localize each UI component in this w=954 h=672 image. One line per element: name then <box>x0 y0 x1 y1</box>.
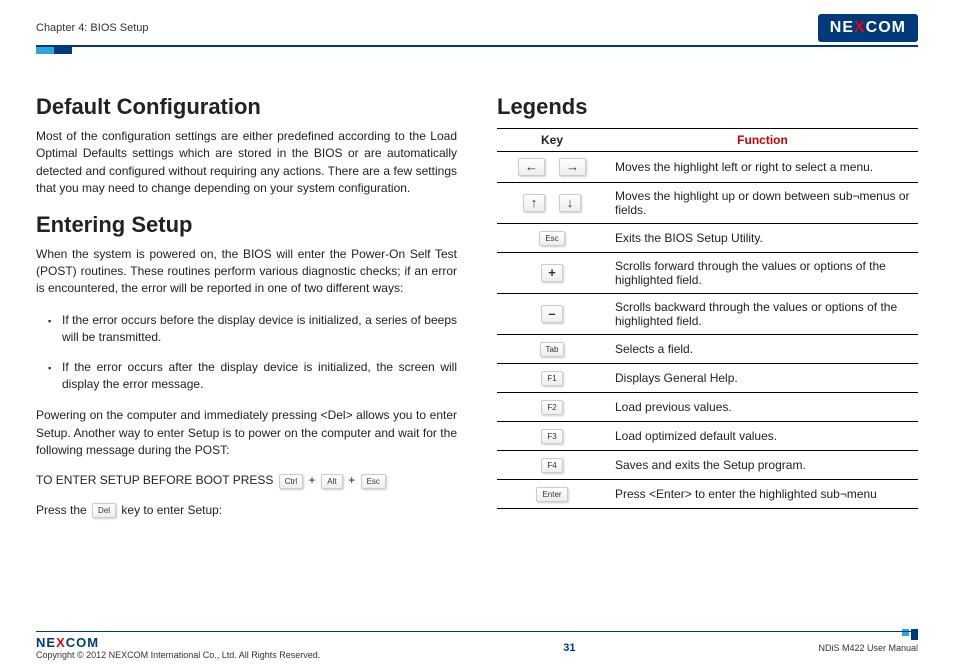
table-row: Enter Press <Enter> to enter the highligh… <box>497 480 918 509</box>
page-number: 31 <box>320 642 818 654</box>
function-cell: Exits the BIOS Setup Utility. <box>607 224 918 253</box>
error-list: If the error occurs before the display d… <box>48 312 457 394</box>
key-cell: Enter <box>497 480 607 509</box>
th-function: Function <box>607 129 918 152</box>
table-row: – Scrolls backward through the values or … <box>497 294 918 335</box>
list-item: If the error occurs after the display de… <box>48 359 457 394</box>
keycap: Esc <box>539 231 564 246</box>
copyright-text: Copyright © 2012 NEXCOM International Co… <box>36 650 320 660</box>
keycap: + <box>541 264 563 282</box>
table-row: ←→Moves the highlight left or right to s… <box>497 152 918 183</box>
keycap: F1 <box>541 371 563 386</box>
footer-left: NEXCOM Copyright © 2012 NEXCOM Internati… <box>36 635 320 660</box>
key-del: Del <box>92 503 116 518</box>
keycap: ↓ <box>559 194 581 212</box>
key-cell: Tab <box>497 335 607 364</box>
table-row: F4 Saves and exits the Setup program. <box>497 451 918 480</box>
table-row: F3 Load optimized default values. <box>497 422 918 451</box>
left-column: Default Configuration Most of the config… <box>36 94 457 532</box>
key-cell: F4 <box>497 451 607 480</box>
function-cell: Saves and exits the Setup program. <box>607 451 918 480</box>
keycap: ← <box>518 158 545 176</box>
key-alt: Alt <box>321 474 343 489</box>
page-header: Chapter 4: BIOS Setup NEXCOM <box>36 14 918 47</box>
key-esc: Esc <box>361 474 386 489</box>
function-cell: Displays General Help. <box>607 364 918 393</box>
accent-bar <box>36 47 918 54</box>
key-cell: ↑↓ <box>497 183 607 224</box>
content-columns: Default Configuration Most of the config… <box>36 94 918 532</box>
keycap: Tab <box>540 342 565 357</box>
keycap: F4 <box>541 458 563 473</box>
right-column: Legends Key Function ←→Moves the highlig… <box>497 94 918 532</box>
function-cell: Selects a field. <box>607 335 918 364</box>
table-row: Tab Selects a field. <box>497 335 918 364</box>
key-ctrl: Ctrl <box>279 474 303 489</box>
table-row: F2 Load previous values. <box>497 393 918 422</box>
function-cell: Moves the highlight up or down between s… <box>607 183 918 224</box>
key-cell: – <box>497 294 607 335</box>
para-default-config: Most of the configuration settings are e… <box>36 128 457 198</box>
function-cell: Moves the highlight left or right to sel… <box>607 152 918 183</box>
key-cell: F2 <box>497 393 607 422</box>
table-row: F1 Displays General Help. <box>497 364 918 393</box>
keycap: – <box>541 305 563 323</box>
keycap: F3 <box>541 429 563 444</box>
press-del-line: Press the Del key to enter Setup: <box>36 503 457 518</box>
keycap: Enter <box>536 487 567 502</box>
page-footer: NEXCOM Copyright © 2012 NEXCOM Internati… <box>36 631 918 660</box>
key-cell: + <box>497 253 607 294</box>
manual-name: NDiS M422 User Manual <box>818 643 918 653</box>
table-row: Esc Exits the BIOS Setup Utility. <box>497 224 918 253</box>
key-cell: Esc <box>497 224 607 253</box>
heading-entering-setup: Entering Setup <box>36 212 457 238</box>
chapter-label: Chapter 4: BIOS Setup <box>36 22 149 34</box>
para-powering-on: Powering on the computer and immediately… <box>36 407 457 459</box>
keycap: F2 <box>541 400 563 415</box>
keycap: ↑ <box>523 194 545 212</box>
table-row: ↑↓Moves the highlight up or down between… <box>497 183 918 224</box>
th-key: Key <box>497 129 607 152</box>
keycap: → <box>559 158 586 176</box>
brand-logo: NEXCOM <box>818 14 918 42</box>
setup-key-sequence: TO ENTER SETUP BEFORE BOOT PRESS Ctrl + … <box>36 473 457 488</box>
function-cell: Press <Enter> to enter the highlighted s… <box>607 480 918 509</box>
legends-table: Key Function ←→Moves the highlight left … <box>497 128 918 509</box>
function-cell: Scrolls backward through the values or o… <box>607 294 918 335</box>
key-cell: F3 <box>497 422 607 451</box>
brand-logo-small: NEXCOM <box>36 635 99 650</box>
key-cell: ←→ <box>497 152 607 183</box>
function-cell: Scrolls forward through the values or op… <box>607 253 918 294</box>
heading-default-config: Default Configuration <box>36 94 457 120</box>
para-entering-setup: When the system is powered on, the BIOS … <box>36 246 457 298</box>
key-cell: F1 <box>497 364 607 393</box>
table-row: + Scrolls forward through the values or o… <box>497 253 918 294</box>
list-item: If the error occurs before the display d… <box>48 312 457 347</box>
heading-legends: Legends <box>497 94 918 120</box>
function-cell: Load previous values. <box>607 393 918 422</box>
function-cell: Load optimized default values. <box>607 422 918 451</box>
